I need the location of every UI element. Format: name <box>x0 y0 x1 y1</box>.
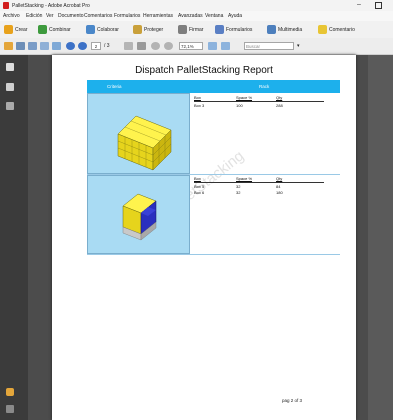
pallet-image-cell <box>87 93 190 174</box>
create-icon <box>4 25 13 34</box>
menu-ver[interactable]: Ver <box>46 13 54 19</box>
column-criteria: Criteria <box>107 84 122 89</box>
table-cell: 180 <box>276 190 283 195</box>
maximize-icon[interactable] <box>375 2 382 9</box>
pen-icon <box>178 25 187 34</box>
multimedia-icon <box>267 25 276 34</box>
signatures-icon[interactable] <box>6 405 14 413</box>
table-cell: 32 <box>236 190 241 195</box>
menu-herramientas[interactable]: Herramientas <box>143 13 173 19</box>
table-header-box: Box <box>194 95 201 100</box>
menu-ayuda[interactable]: Ayuda <box>228 13 242 19</box>
table-header-qty: Qty <box>276 176 283 181</box>
fit-page-icon[interactable] <box>208 42 217 50</box>
hand-tool-icon[interactable] <box>137 42 146 50</box>
forms-icon <box>215 25 224 34</box>
select-tool-icon[interactable] <box>124 42 133 50</box>
table-cell: Box 6 <box>194 190 205 195</box>
print-icon[interactable] <box>16 42 25 50</box>
table-cell: 288 <box>276 103 283 108</box>
table-underline <box>194 101 324 102</box>
page-footer: pag 2 of 3 <box>282 398 303 403</box>
pdf-page: Dispatch PalletStacking Report Criteria … <box>52 55 356 420</box>
bookmarks-icon[interactable] <box>6 83 14 91</box>
pallet-image-cell <box>87 175 190 254</box>
table-cell: Box 5 <box>194 184 205 189</box>
save-icon[interactable] <box>28 42 37 50</box>
open-folder-icon[interactable] <box>4 42 13 50</box>
navigation-toolbar: 2 / 3 72,1% Buscar ▾ <box>0 38 393 55</box>
menu-ventana[interactable]: Ventana <box>205 13 223 19</box>
table-cell: 84 <box>276 184 281 189</box>
table-cell: 32 <box>236 184 241 189</box>
tasks-toolbar: Crear Combinar Colaborar Proteger Firmar… <box>0 21 393 39</box>
menu-edicion[interactable]: Edición <box>26 13 42 19</box>
report-title: Dispatch PalletStacking Report <box>135 65 273 76</box>
attachments-icon[interactable] <box>6 102 14 110</box>
lock-icon <box>133 25 142 34</box>
zoom-in-icon[interactable] <box>164 42 173 50</box>
menu-documento[interactable]: Documento <box>58 13 84 19</box>
table-header-space: Space % <box>236 176 253 181</box>
window-titlebar: PalletStacking - Adobe Acrobat Pro – <box>0 0 393 11</box>
zoom-out-icon[interactable] <box>151 42 160 50</box>
pallet-stack-image <box>122 193 157 241</box>
window-title: PalletStacking - Adobe Acrobat Pro <box>12 3 90 9</box>
zoom-level-input[interactable]: 72,1% <box>179 42 203 50</box>
box-table-2: Box Space % Qty Box 5 32 84 Box 6 32 180 <box>194 176 334 202</box>
email-icon[interactable] <box>40 42 49 50</box>
menu-formularios[interactable]: Formularios <box>114 13 140 19</box>
minimize-icon[interactable]: – <box>357 1 361 8</box>
report-table-header: Criteria Rack <box>87 80 340 93</box>
fit-width-icon[interactable] <box>221 42 230 50</box>
cloud-icon[interactable] <box>52 42 61 50</box>
next-page-icon[interactable] <box>78 42 87 50</box>
table-cell: 100 <box>236 103 243 108</box>
pages-icon[interactable] <box>6 63 14 71</box>
search-dropdown-icon[interactable]: ▾ <box>297 43 300 49</box>
previous-page-icon[interactable] <box>66 42 75 50</box>
search-input[interactable]: Buscar <box>244 42 294 50</box>
page-total: / 3 <box>104 43 110 49</box>
column-rack: Rack <box>259 84 270 89</box>
menu-bar: Archivo Edición Ver Documento Comentario… <box>0 11 393 21</box>
menu-archivo[interactable]: Archivo <box>3 13 20 19</box>
page-number-input[interactable]: 2 <box>91 42 101 50</box>
pallet-stack-image <box>117 115 172 171</box>
table-cell: Box 3 <box>194 103 205 108</box>
row-divider <box>87 254 340 255</box>
table-underline <box>194 182 324 183</box>
table-header-space: Space % <box>236 95 253 100</box>
collaborate-icon <box>86 25 95 34</box>
navigation-pane <box>0 55 28 420</box>
acrobat-icon <box>3 2 9 9</box>
box-table-1: Box Space % Qty Box 3 100 288 <box>194 95 334 115</box>
table-header-qty: Qty <box>276 95 283 100</box>
combine-icon <box>38 25 47 34</box>
menu-comentarios[interactable]: Comentarios <box>84 13 112 19</box>
menu-avanzadas[interactable]: Avanzadas <box>178 13 203 19</box>
comments-icon[interactable] <box>6 388 14 396</box>
comment-icon <box>318 25 327 34</box>
table-header-box: Box <box>194 176 201 181</box>
vertical-scrollbar[interactable] <box>368 55 393 420</box>
